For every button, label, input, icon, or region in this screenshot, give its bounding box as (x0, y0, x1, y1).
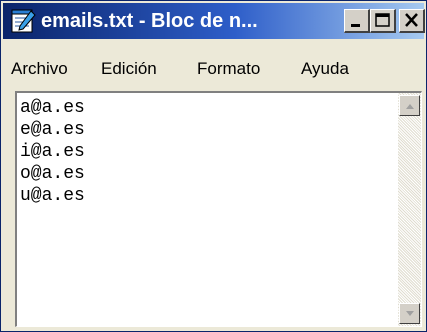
text-content[interactable]: a@a.es e@a.es i@a.es o@a.es u@a.es (20, 97, 390, 317)
close-button[interactable] (399, 9, 425, 33)
text-line: e@a.es (20, 120, 85, 140)
notepad-window: emails.txt - Bloc de n... Archivo Edició… (0, 0, 427, 332)
menu-bar: Archivo Edición Formato Ayuda (3, 41, 424, 91)
close-icon (405, 13, 418, 27)
menu-archivo[interactable]: Archivo (11, 59, 68, 79)
scroll-down-button[interactable] (399, 303, 420, 324)
text-line: i@a.es (20, 142, 85, 162)
vertical-scrollbar[interactable] (398, 93, 421, 326)
maximize-button[interactable] (370, 9, 396, 33)
maximize-icon (375, 13, 390, 27)
scroll-up-arrow-icon (406, 104, 414, 109)
text-line: o@a.es (20, 164, 85, 184)
scroll-up-button[interactable] (399, 95, 420, 116)
scroll-down-arrow-icon (406, 311, 414, 316)
title-bar[interactable]: emails.txt - Bloc de n... (3, 3, 425, 39)
text-editor[interactable]: a@a.es e@a.es i@a.es o@a.es u@a.es (15, 91, 422, 327)
text-line: u@a.es (20, 186, 85, 206)
text-line: a@a.es (20, 98, 85, 118)
window-title: emails.txt - Bloc de n... (41, 10, 258, 32)
menu-formato[interactable]: Formato (197, 59, 260, 79)
notepad-icon (11, 9, 36, 33)
menu-edicion[interactable]: Edición (101, 59, 157, 79)
menu-ayuda[interactable]: Ayuda (301, 59, 349, 79)
minimize-button[interactable] (344, 9, 370, 33)
minimize-icon (351, 24, 360, 27)
